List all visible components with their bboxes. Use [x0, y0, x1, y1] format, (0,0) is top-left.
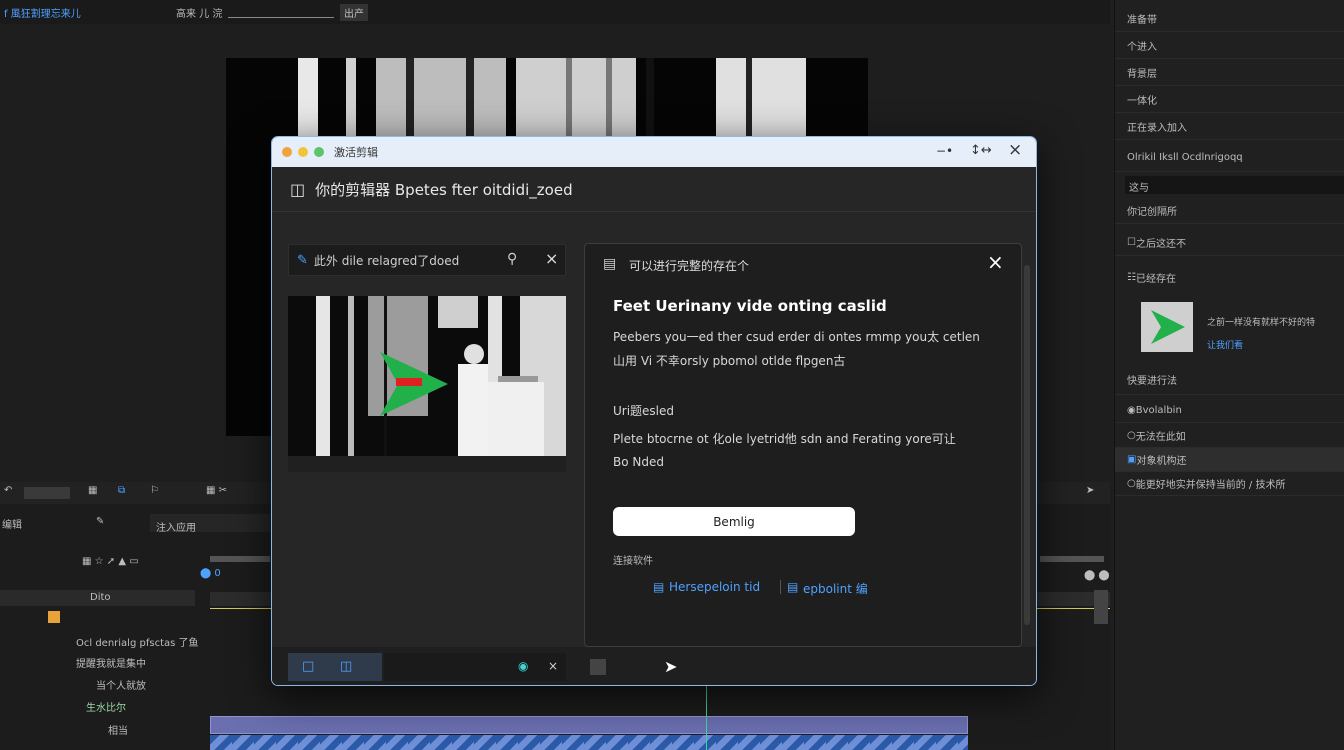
effect-description: 之前一样没有就样不好的特 — [1207, 318, 1316, 328]
panel-row[interactable]: 个进入 — [1115, 32, 1344, 59]
minimize-icon[interactable]: −• — [936, 144, 953, 158]
top-bar: f 風狂割理忘来儿 高来 儿 浣 出产 — [0, 0, 1110, 24]
timeline-label-edit: 编辑 — [2, 520, 22, 531]
video-clip[interactable] — [210, 716, 968, 734]
dialog-window-title: 激活剪辑 — [334, 146, 378, 159]
info-card: ▤ 可以进行完整的存在个 × Feet Uerinany vide onting… — [584, 243, 1022, 647]
search-bar[interactable]: ✎ 此外 dile relagred了doed ⚲ × — [288, 244, 566, 276]
thumbnail-image — [288, 296, 566, 472]
snap-icon[interactable]: ⧉ — [118, 485, 125, 496]
layer-header: Dito — [0, 590, 195, 606]
search-icon[interactable]: ⚲ — [507, 251, 517, 267]
card-description-line-1: Peebers you一ed ther csud erder di ontes … — [613, 330, 980, 344]
panel-radio-row[interactable]: ○ 无法在此如 — [1115, 423, 1344, 448]
video-editor-app: f 風狂割理忘来儿 高来 儿 浣 出产 准备带 个进入 背景层 一体化 正在录入… — [0, 0, 1344, 750]
folder-icon[interactable]: ◫ — [340, 659, 352, 674]
close-small-icon[interactable]: × — [548, 659, 558, 673]
top-left-text[interactable]: f 風狂割理忘来儿 — [4, 5, 81, 20]
timeline-scrollbar[interactable] — [210, 556, 270, 562]
top-mid-text[interactable]: 高来 儿 浣 — [176, 5, 222, 20]
panel-row: 快要进行法 — [1115, 365, 1344, 395]
app-logo-icon: ◫ — [290, 179, 306, 199]
send-icon[interactable]: ➤ — [664, 657, 677, 676]
timecode[interactable]: ⬤ 0 — [200, 568, 221, 579]
card-description-line-2: 山用 Vi 不幸orsly pbomol otlde flpgen古 — [613, 354, 846, 368]
pen-icon[interactable]: ✎ — [96, 516, 104, 527]
dialog-window: 激活剪辑 −• ↕↔ × ◫ 你的剪辑器 Bpetes fter oitdidi… — [271, 136, 1037, 686]
card-body-line-2: Bo Nded — [613, 455, 664, 469]
dialog-scrollbar[interactable] — [1024, 265, 1030, 625]
stop-icon[interactable] — [590, 659, 606, 675]
video-thumbnail[interactable] — [288, 296, 566, 472]
traffic-light-green[interactable] — [314, 147, 324, 157]
card-title: Feet Uerinany vide onting caslid — [613, 297, 887, 315]
bottom-tools: □ ◫ — [288, 653, 382, 681]
dialog-header: ◫ 你的剪辑器 Bpetes fter oitdidi_zoed — [272, 167, 1036, 212]
link-divider — [780, 580, 781, 594]
panel-selected-row[interactable]: ▣ 对象机构还 — [1115, 448, 1344, 472]
panel-row[interactable]: 正在录入加入 — [1115, 113, 1344, 140]
track-name[interactable]: Ocl denrialg pfsctas 了鱼 — [76, 634, 199, 649]
right-properties-panel: 准备带 个进入 背景层 一体化 正在录入加入 Olrikil Iksll Ocd… — [1114, 0, 1344, 750]
timeline-sequence-field[interactable]: 注入应用 — [150, 514, 270, 534]
panel-row[interactable]: 你记创隔所 — [1115, 197, 1344, 224]
dialog-header-title: 你的剪辑器 Bpetes fter oitdidi_zoed — [315, 180, 573, 199]
track-name[interactable]: 当个人就放 — [96, 677, 146, 692]
effect-thumbnail[interactable] — [1141, 302, 1193, 352]
track-name[interactable]: 生水比尔 — [86, 699, 126, 714]
camera-icon[interactable]: ◉ — [518, 659, 528, 673]
pen-icon: ✎ — [297, 252, 308, 268]
track-row[interactable] — [0, 609, 195, 625]
panel-radio-row[interactable]: ○ 能更好地实并保持当前的 / 技术所 — [1115, 472, 1344, 496]
bookmark-icon[interactable]: □ — [302, 659, 314, 674]
end-marker: ⬤ ⬤ — [1084, 570, 1110, 581]
traffic-light-yellow[interactable] — [298, 147, 308, 157]
undo-icon[interactable]: ↶ — [4, 485, 12, 496]
timeline-scrollbar-right[interactable] — [1040, 556, 1104, 562]
dialog-bottom-bar: □ ◫ ◉ × ➤ — [272, 647, 1036, 685]
bottom-input[interactable]: ◉ × — [384, 653, 566, 681]
card-link-1[interactable]: Hersepeloin tid — [669, 580, 760, 594]
track-tools-icons[interactable]: ▦ ☆ ➚ ▲ ▭ — [82, 556, 139, 567]
card-subtitle: Uri题esled — [613, 404, 675, 418]
clear-search-icon[interactable]: × — [545, 249, 558, 268]
play-icon[interactable]: ➤ — [1086, 485, 1094, 496]
card-small-label: 连接软件 — [613, 556, 653, 567]
panel-row: ☷ 已经存在 — [1127, 272, 1176, 285]
primary-button[interactable]: Bemlig — [613, 507, 855, 536]
maximize-icon[interactable]: ↕↔ — [970, 143, 992, 158]
vertical-scrollbar[interactable] — [1094, 590, 1108, 624]
panel-section-title: Olrikil Iksll Ocdlnrigoqq — [1115, 144, 1344, 172]
track-color-chip — [48, 611, 60, 623]
panel-row[interactable]: 准备带 — [1115, 5, 1344, 32]
zoom-field[interactable] — [24, 487, 70, 499]
card-header-icon: ▤ — [603, 256, 617, 272]
playhead[interactable] — [706, 682, 707, 750]
search-input[interactable]: 此外 dile relagred了doed — [314, 252, 459, 269]
marker-icon[interactable]: ⚐ — [150, 485, 159, 496]
panel-radio-row[interactable]: ◉ Bvolalbin — [1115, 398, 1344, 423]
link-icon: ▤ — [653, 580, 665, 594]
card-link-2[interactable]: epbolint 编 — [803, 580, 868, 597]
panel-row[interactable]: 背景层 — [1115, 59, 1344, 86]
close-icon[interactable]: × — [1008, 140, 1022, 160]
razor-icon[interactable]: ▦ ✂ — [206, 485, 227, 496]
card-body-line-1: Plete btocrne ot 化ole lyetrid他 sdn and F… — [613, 432, 956, 446]
green-arrow-icon — [1151, 310, 1185, 344]
card-close-icon[interactable]: × — [987, 250, 1004, 274]
track-name[interactable]: 提醒我就是集中 — [76, 655, 146, 670]
panel-checkbox-row[interactable]: ☐ 之后这还不 — [1115, 229, 1344, 256]
top-button[interactable]: 出产 — [340, 4, 368, 21]
dialog-titlebar: 激活剪辑 −• ↕↔ × — [272, 137, 1036, 167]
track-name[interactable]: 相当 — [108, 722, 128, 737]
effect-link[interactable]: 让我们看 — [1207, 338, 1243, 351]
traffic-light-orange[interactable] — [282, 147, 292, 157]
grid-icon[interactable]: ▦ — [88, 485, 97, 496]
panel-row[interactable]: 一体化 — [1115, 86, 1344, 113]
panel-dropdown[interactable]: 这与 — [1125, 176, 1344, 194]
link-icon: ▤ — [787, 580, 799, 594]
top-input-underline[interactable] — [228, 17, 334, 18]
card-header-title: 可以进行完整的存在个 — [629, 259, 750, 273]
audio-clip[interactable] — [210, 735, 968, 750]
